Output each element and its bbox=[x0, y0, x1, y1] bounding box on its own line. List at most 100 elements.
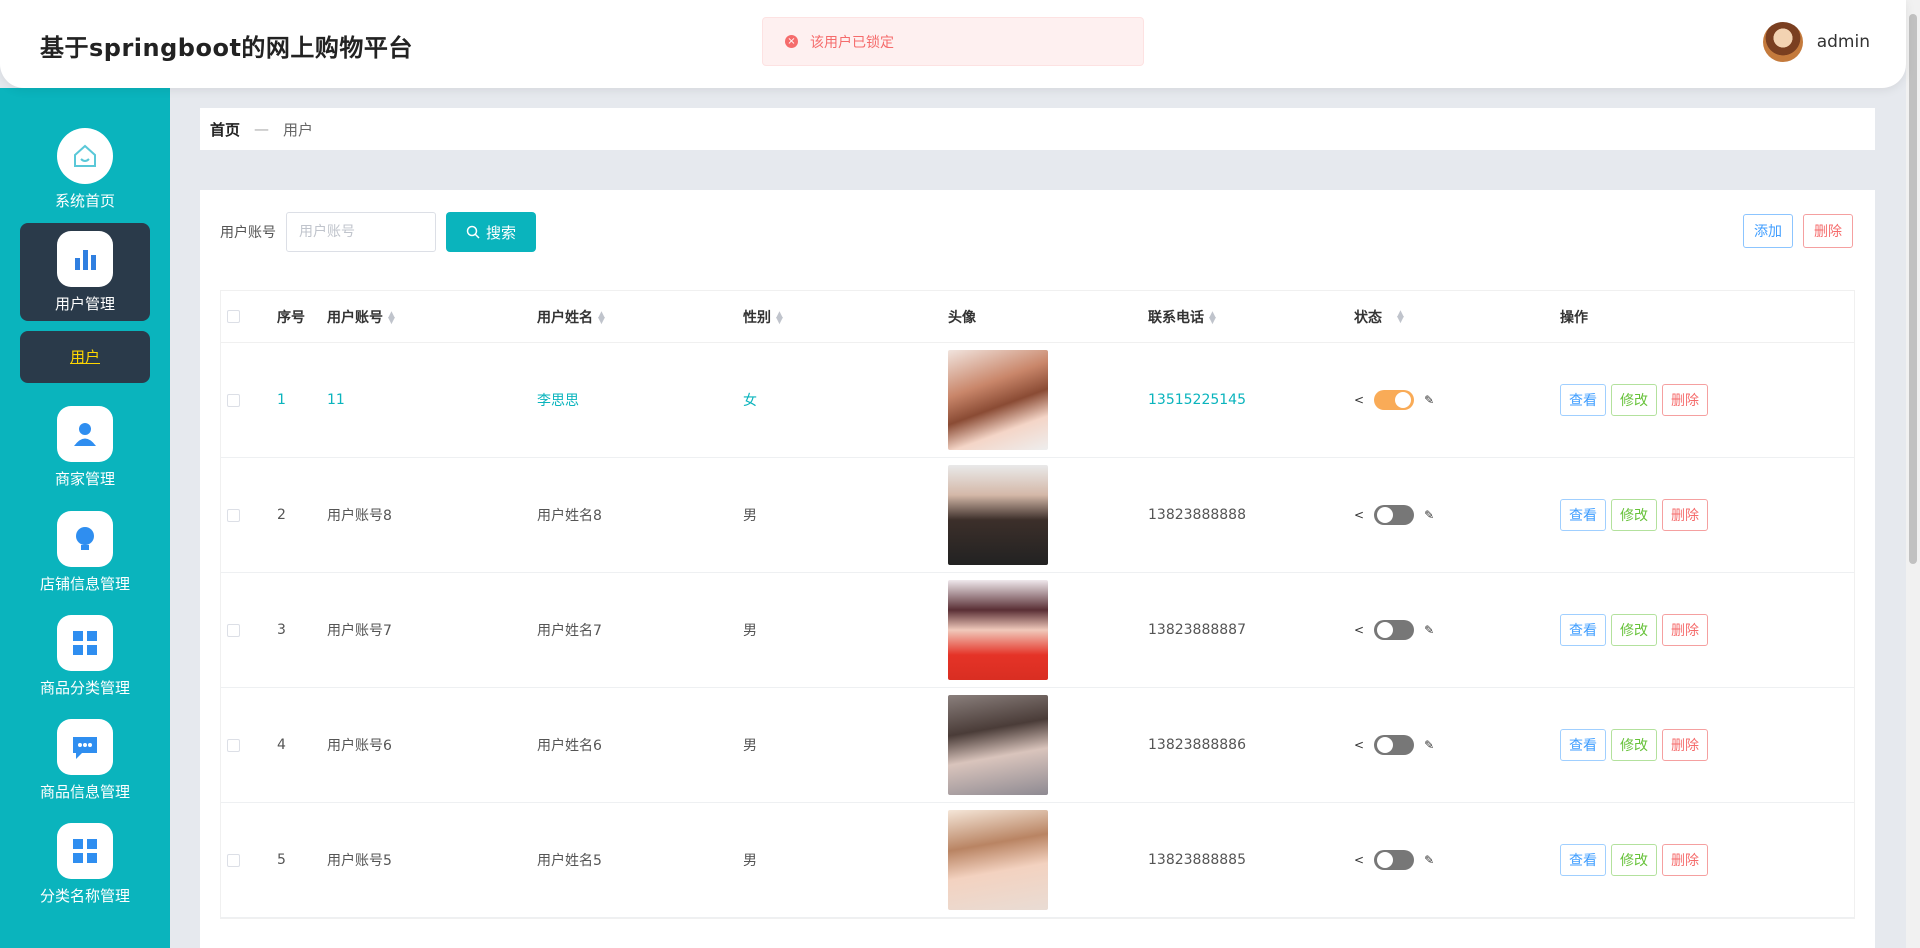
col-index: 序号 bbox=[277, 309, 305, 326]
sidebar-item-merchants[interactable]: 商家管理 bbox=[20, 398, 150, 496]
site-title: 基于springboot的网上购物平台 bbox=[40, 34, 413, 62]
username[interactable]: admin bbox=[1817, 32, 1870, 52]
content-panel: 用户账号 搜索 添加 删除 序号 用户账号▲▼ 用户姓名▲▼ 性别▲▼ 头像 联… bbox=[200, 190, 1875, 948]
cell-gender: 男 bbox=[743, 508, 757, 524]
select-all-checkbox[interactable] bbox=[227, 310, 240, 323]
breadcrumb-home[interactable]: 首页 bbox=[210, 119, 240, 140]
table-row: 2 用户账号8 用户姓名8 男 13823888888 < ✎ 查看 修改 删除 bbox=[221, 458, 1854, 573]
edit-icon[interactable]: ✎ bbox=[1424, 623, 1434, 637]
view-button[interactable]: 查看 bbox=[1560, 614, 1606, 646]
row-checkbox[interactable] bbox=[227, 623, 240, 637]
share-icon[interactable]: < bbox=[1354, 508, 1364, 522]
sort-icon[interactable]: ▲ ▼ bbox=[598, 310, 605, 325]
user-photo bbox=[948, 810, 1048, 910]
sidebar-item-label: 店铺信息管理 bbox=[39, 575, 130, 593]
delete-button[interactable]: 删除 bbox=[1662, 844, 1708, 876]
cell-gender: 男 bbox=[743, 623, 757, 639]
edit-icon[interactable]: ✎ bbox=[1424, 853, 1434, 867]
row-checkbox[interactable] bbox=[227, 393, 240, 407]
sort-icon[interactable]: ▲ ▼ bbox=[388, 310, 395, 325]
avatar[interactable] bbox=[1762, 22, 1803, 62]
search-button[interactable]: 搜索 bbox=[446, 212, 536, 252]
sort-icon[interactable]: ▲ ▼ bbox=[776, 310, 783, 325]
status-toggle[interactable] bbox=[1374, 850, 1415, 870]
row-checkbox[interactable] bbox=[227, 738, 240, 752]
search-icon bbox=[466, 225, 480, 239]
edit-button[interactable]: 修改 bbox=[1611, 499, 1657, 531]
chat-icon bbox=[57, 719, 113, 775]
share-icon[interactable]: < bbox=[1354, 623, 1364, 637]
row-checkbox[interactable] bbox=[227, 853, 240, 867]
col-gender[interactable]: 性别 ▲ ▼ bbox=[743, 307, 948, 327]
col-status[interactable]: 状态 ▲ ▼ bbox=[1354, 307, 1560, 327]
cell-index: 1 bbox=[277, 392, 286, 408]
sort-icon[interactable]: ▲ ▼ bbox=[1209, 310, 1216, 325]
search-bar: 用户账号 搜索 bbox=[220, 212, 536, 252]
breadcrumb: 首页 — 用户 bbox=[200, 108, 1875, 150]
cell-index: 5 bbox=[277, 852, 286, 868]
delete-button[interactable]: 删除 bbox=[1662, 614, 1708, 646]
sort-icon[interactable]: ▲ ▼ bbox=[1397, 309, 1404, 324]
col-phone[interactable]: 联系电话 ▲ ▼ bbox=[1148, 307, 1354, 327]
cell-account: 用户账号7 bbox=[327, 623, 392, 639]
view-button[interactable]: 查看 bbox=[1560, 729, 1606, 761]
table-row: 4 用户账号6 用户姓名6 男 13823888886 < ✎ 查看 修改 删除 bbox=[221, 688, 1854, 803]
sidebar-item-label: 用户管理 bbox=[54, 295, 115, 313]
col-account[interactable]: 用户账号 ▲ ▼ bbox=[327, 307, 537, 327]
edit-icon[interactable]: ✎ bbox=[1424, 508, 1434, 522]
view-button[interactable]: 查看 bbox=[1560, 844, 1606, 876]
view-button[interactable]: 查看 bbox=[1560, 499, 1606, 531]
sidebar-item-home[interactable]: 系统首页 bbox=[20, 120, 150, 218]
status-toggle[interactable] bbox=[1374, 390, 1415, 410]
edit-icon[interactable]: ✎ bbox=[1424, 738, 1434, 752]
status-toggle[interactable] bbox=[1374, 735, 1415, 755]
status-toggle[interactable] bbox=[1374, 620, 1415, 640]
table-row: 5 用户账号5 用户姓名5 男 13823888885 < ✎ 查看 修改 删除 bbox=[221, 803, 1854, 918]
delete-button[interactable]: 删除 bbox=[1662, 729, 1708, 761]
status-toggle[interactable] bbox=[1374, 505, 1415, 525]
share-icon[interactable]: < bbox=[1354, 738, 1364, 752]
cell-account: 用户账号8 bbox=[327, 508, 392, 524]
sidebar-item-product-info[interactable]: 商品信息管理 bbox=[20, 711, 150, 809]
home-icon bbox=[57, 128, 113, 184]
sidebar-subitem-user[interactable]: 用户 bbox=[20, 331, 150, 383]
share-icon[interactable]: < bbox=[1354, 853, 1364, 867]
sidebar-subitem-label: 用户 bbox=[69, 348, 100, 366]
edit-button[interactable]: 修改 bbox=[1611, 384, 1657, 416]
cell-phone: 13823888887 bbox=[1148, 622, 1246, 638]
view-button[interactable]: 查看 bbox=[1560, 384, 1606, 416]
user-photo bbox=[948, 350, 1048, 450]
user-menu[interactable]: admin bbox=[1762, 22, 1870, 62]
add-button[interactable]: 添加 bbox=[1743, 214, 1793, 248]
search-input[interactable] bbox=[286, 212, 436, 252]
page-scrollbar[interactable] bbox=[1906, 0, 1920, 948]
search-label: 用户账号 bbox=[220, 225, 276, 241]
table-row: 1 11 李思思 女 13515225145 < ✎ 查看 修改 删除 bbox=[221, 343, 1854, 458]
share-icon[interactable]: < bbox=[1354, 393, 1364, 407]
delete-button[interactable]: 删除 bbox=[1662, 384, 1708, 416]
edit-button[interactable]: 修改 bbox=[1611, 614, 1657, 646]
user-photo bbox=[948, 465, 1048, 565]
user-photo bbox=[948, 695, 1048, 795]
sidebar-item-shop-info[interactable]: 店铺信息管理 bbox=[20, 503, 150, 601]
sidebar-item-users[interactable]: 用户管理 bbox=[20, 223, 150, 321]
batch-delete-button[interactable]: 删除 bbox=[1803, 214, 1853, 248]
col-name[interactable]: 用户姓名 ▲ ▼ bbox=[537, 307, 743, 327]
edit-button[interactable]: 修改 bbox=[1611, 729, 1657, 761]
edit-button[interactable]: 修改 bbox=[1611, 844, 1657, 876]
breadcrumb-separator: — bbox=[254, 120, 270, 138]
col-ops: 操作 bbox=[1560, 309, 1588, 326]
cell-account: 用户账号6 bbox=[327, 738, 392, 754]
table-header: 序号 用户账号 ▲ ▼ 用户姓名 ▲ ▼ 性别 ▲ ▼ 头像 联系电话 ▲ ▼ 状态 ▲ ▼ 操作 bbox=[221, 291, 1854, 343]
scrollbar-thumb[interactable] bbox=[1909, 14, 1917, 564]
error-icon: × bbox=[785, 35, 798, 48]
cell-name: 用户姓名8 bbox=[537, 508, 602, 524]
edit-icon[interactable]: ✎ bbox=[1424, 393, 1434, 407]
row-checkbox[interactable] bbox=[227, 508, 240, 522]
sidebar-item-category-name[interactable]: 分类名称管理 bbox=[20, 815, 150, 913]
sidebar-item-category[interactable]: 商品分类管理 bbox=[20, 607, 150, 705]
cell-name: 用户姓名6 bbox=[537, 738, 602, 754]
error-toast: × 该用户已锁定 bbox=[762, 17, 1144, 66]
lightbulb-icon bbox=[57, 511, 113, 567]
delete-button[interactable]: 删除 bbox=[1662, 499, 1708, 531]
